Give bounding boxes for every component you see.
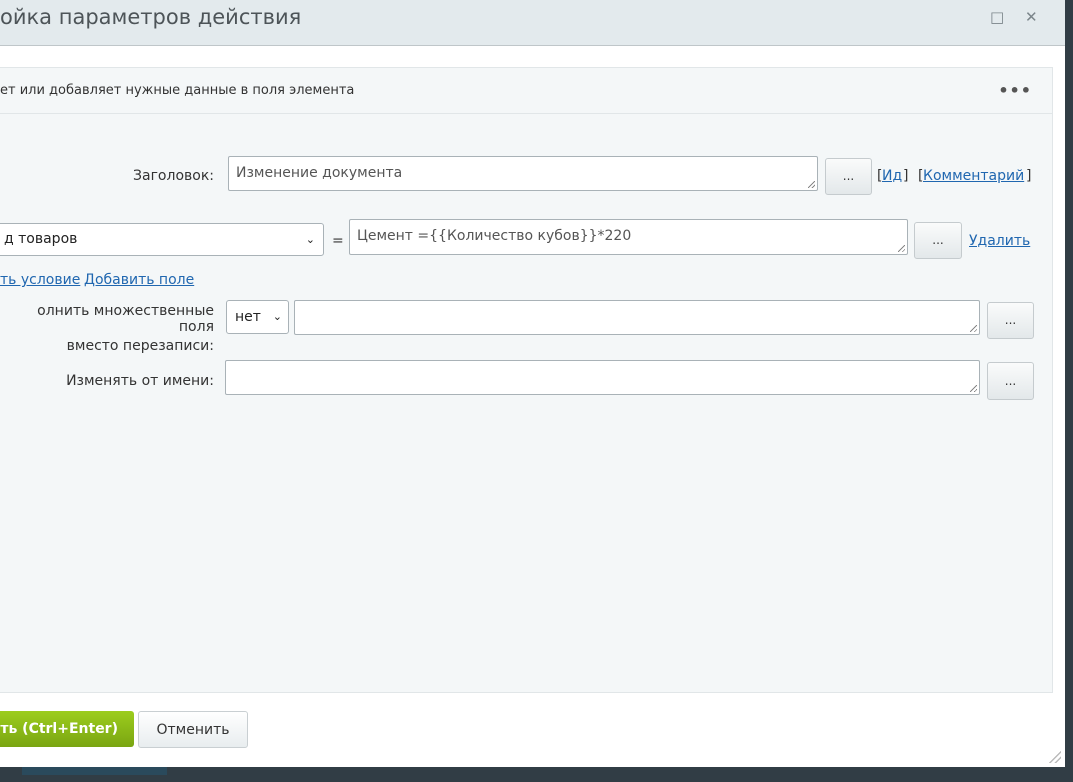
field-select-value: д товаров (4, 231, 78, 247)
title-input[interactable]: Изменение документа (228, 156, 818, 191)
title-label: Заголовок: (133, 168, 214, 184)
bracket: ] (903, 168, 909, 184)
action-settings-dialog: ойка параметров действия □ ✕ ет или доба… (0, 0, 1065, 767)
resize-handle[interactable] (1049, 751, 1061, 763)
dialog-title: ойка параметров действия (0, 5, 302, 29)
modified-by-label: Изменять от имени: (66, 373, 214, 389)
append-multiple-select[interactable]: нет ⌄ (226, 300, 289, 334)
add-condition-link[interactable]: ть условие (0, 272, 80, 288)
add-field-link[interactable]: Добавить поле (84, 272, 194, 288)
title-options-button[interactable]: ... (825, 158, 872, 195)
equals-sign: = (332, 233, 344, 249)
background-element (22, 767, 167, 775)
more-icon[interactable]: ••• (998, 68, 1032, 113)
cancel-button[interactable]: Отменить (138, 711, 248, 748)
modified-by-options-button[interactable]: ... (987, 362, 1034, 400)
bracket: ] (1026, 168, 1032, 184)
modified-by-input[interactable] (225, 360, 980, 395)
chevron-down-icon: ⌄ (305, 233, 315, 246)
append-options-button[interactable]: ... (987, 302, 1034, 339)
label-line: вместо перезаписи: (66, 338, 214, 354)
dialog-titlebar: ойка параметров действия □ ✕ (0, 0, 1065, 46)
append-select-value: нет (235, 309, 261, 325)
label-line: олнить множественные поля (37, 303, 214, 335)
field-value-input[interactable]: Цемент ={{Количество кубов}}*220 (349, 219, 908, 255)
field-select[interactable]: д товаров ⌄ (0, 223, 324, 256)
maximize-icon[interactable]: □ (990, 8, 1004, 26)
append-multiple-label: олнить множественные поля вместо перезап… (0, 303, 214, 354)
chevron-down-icon: ⌄ (272, 310, 282, 323)
delete-link[interactable]: Удалить (969, 233, 1030, 249)
action-description: ет или добавляет нужные данные в поля эл… (0, 83, 355, 98)
field-value-options-button[interactable]: ... (914, 222, 962, 259)
comment-link[interactable]: Комментарий (923, 168, 1024, 184)
close-icon[interactable]: ✕ (1025, 8, 1038, 26)
id-link[interactable]: Ид (882, 168, 902, 184)
panel-header: ет или добавляет нужные данные в поля эл… (0, 68, 1052, 114)
save-button[interactable]: ить (Ctrl+Enter) (0, 711, 134, 747)
append-multiple-input[interactable] (294, 300, 980, 335)
